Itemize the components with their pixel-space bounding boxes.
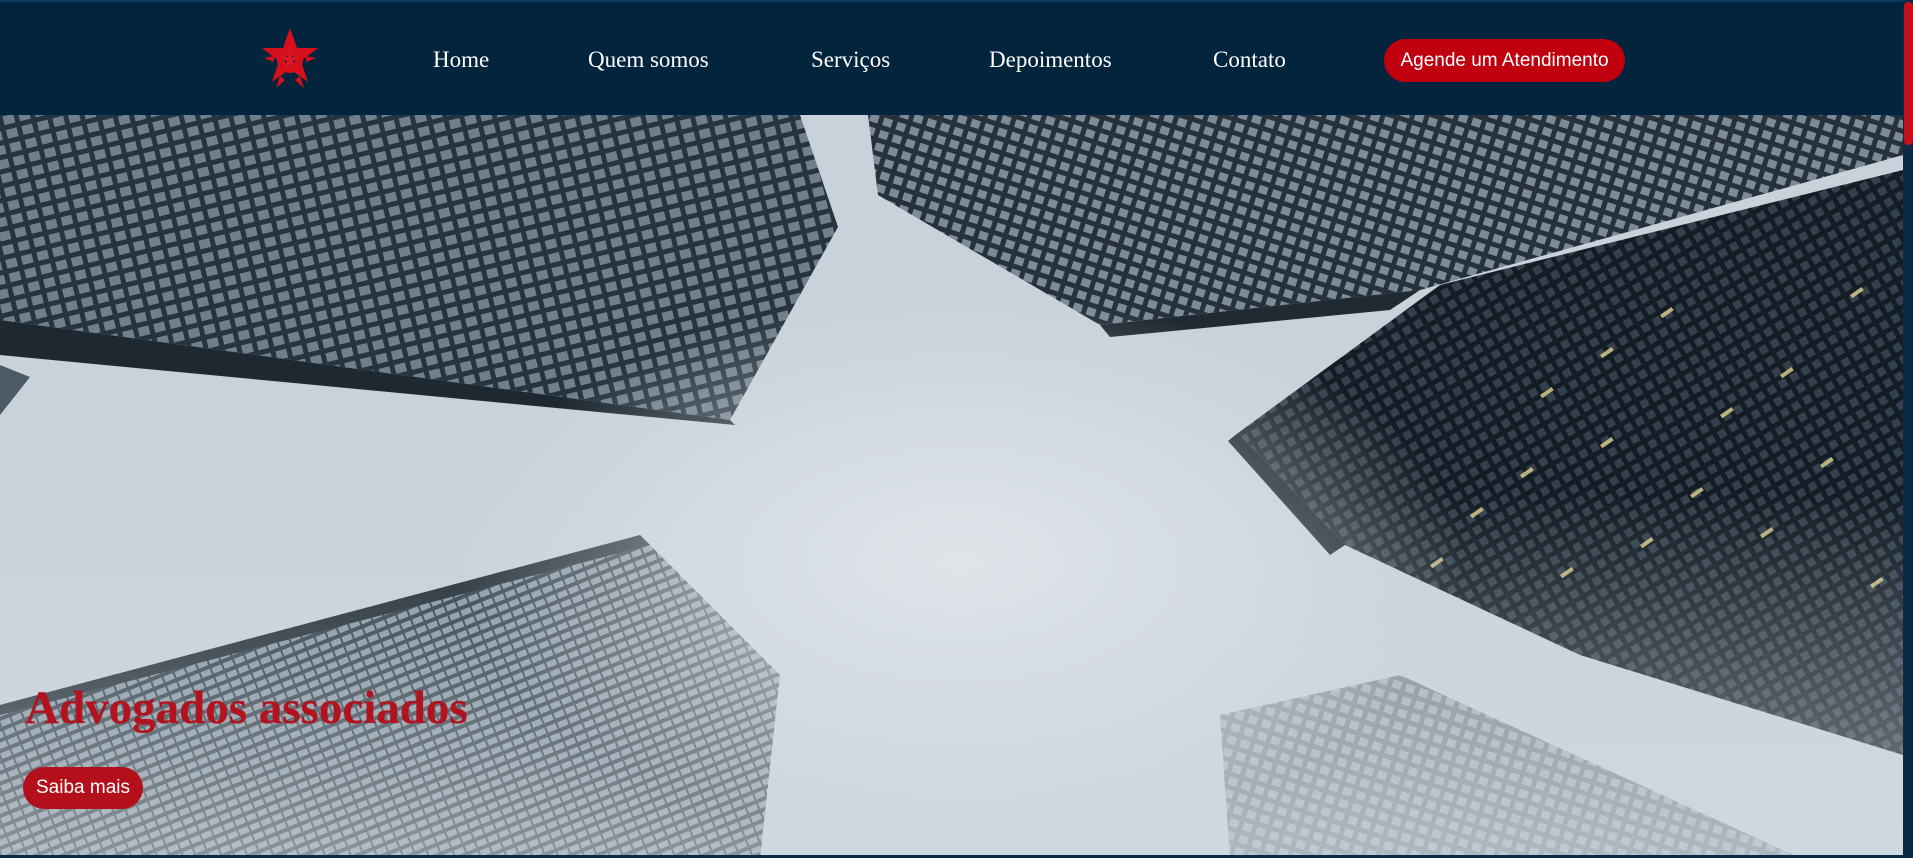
nav-depoimentos-link[interactable]: Depoimentos [989,46,1112,74]
nav-home-link[interactable]: Home [433,46,489,74]
nav-quem-somos-link[interactable]: Quem somos [588,46,709,74]
nav-contato-link[interactable]: Contato [1213,46,1286,74]
top-navbar: Home Quem somos Serviços Depoimentos Con… [0,0,1913,115]
schedule-appointment-button[interactable]: Agende um Atendimento [1384,39,1625,82]
saiba-mais-button[interactable]: Saiba mais [23,767,143,809]
hero-skyscrapers-image [0,115,1903,858]
hero-title: Advogados associados [25,682,468,734]
page: Home Quem somos Serviços Depoimentos Con… [0,0,1913,858]
hero-section: Advogados associados Saiba mais [0,115,1903,858]
page-scrollbar[interactable] [1903,0,1913,858]
red-star-emblem-icon[interactable] [256,28,324,92]
scrollbar-thumb[interactable] [1904,2,1913,145]
nav-servicos-link[interactable]: Serviços [811,46,890,74]
